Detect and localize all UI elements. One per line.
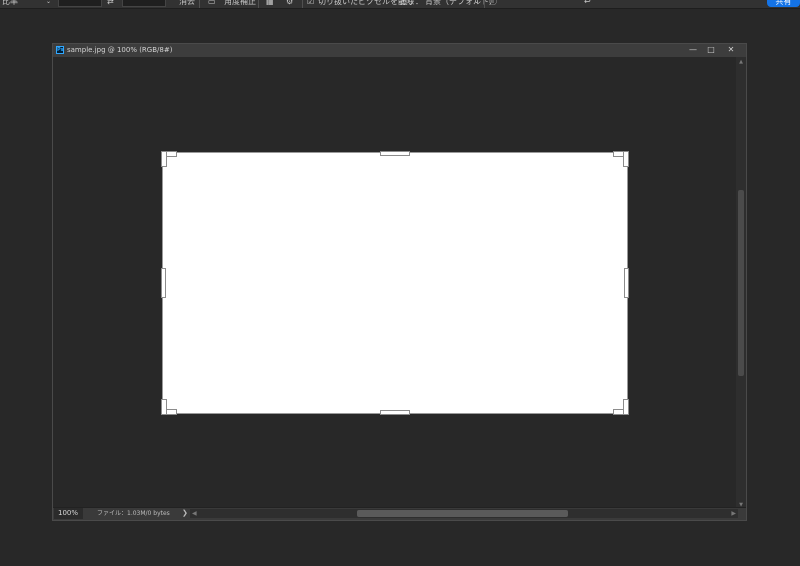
crop-handle-bottom-left[interactable] — [162, 400, 166, 414]
crop-handle-right[interactable] — [625, 269, 628, 297]
toolbar-separator — [484, 0, 485, 8]
crop-handle-top[interactable] — [381, 152, 409, 155]
horizontal-scroll-thumb[interactable] — [357, 510, 568, 517]
height-ratio-input[interactable] — [122, 0, 166, 7]
gear-icon[interactable]: ⚙ — [286, 0, 293, 8]
crop-handle-left[interactable] — [162, 269, 165, 297]
zoom-level-field[interactable]: 100% — [54, 508, 83, 519]
document-titlebar[interactable]: Ps sample.jpg @ 100% (RGB/8#) — □ ✕ — [53, 44, 746, 57]
fill-label: 塗り： — [399, 0, 423, 6]
file-info-text: ファイル：1.03M/0 bytes — [97, 510, 170, 517]
share-button[interactable]: 共有 — [767, 0, 800, 7]
clear-button[interactable]: 消去 — [179, 0, 195, 8]
fill-select[interactable]: 背景（デフォルト） — [425, 0, 497, 8]
swap-icon[interactable]: ⇄ — [107, 0, 114, 8]
toolbar-separator — [199, 0, 200, 8]
maximize-icon[interactable]: □ — [702, 44, 720, 57]
ratio-preset-label[interactable]: 比率 — [2, 0, 18, 8]
crop-handle-top-left[interactable] — [162, 152, 166, 166]
toolbar-separator — [258, 0, 259, 8]
crop-frame[interactable] — [162, 152, 628, 414]
scroll-arrow-icon[interactable]: ▲ — [736, 59, 746, 65]
vertical-scrollbar[interactable]: ▲ ▼ — [736, 57, 746, 510]
checkbox-checked-icon[interactable]: ☑ — [307, 0, 314, 8]
horizontal-scrollbar[interactable]: ◀ ▶ — [190, 509, 738, 518]
info-icon[interactable]: ⓘ — [489, 0, 497, 8]
document-title: sample.jpg @ 100% (RGB/8#) — [67, 46, 173, 54]
straighten-label[interactable]: 角度補正 — [224, 0, 256, 8]
scroll-arrow-icon[interactable]: ◀ — [192, 508, 197, 519]
options-bar: 比率 ⌄ ⇄ 消去 ▭ 角度補正 ▦ ⚙ ☑ 切り抜いたピクセルを削除 塗り： … — [0, 0, 800, 9]
crop-handle-bottom[interactable] — [381, 411, 409, 414]
photoshop-app-icon: Ps — [56, 46, 64, 54]
close-icon[interactable]: ✕ — [722, 44, 740, 57]
status-bar: 100% ファイル：1.03M/0 bytes ❯ ◀ ▶ — [53, 507, 746, 520]
toolbar-separator — [302, 0, 303, 8]
scroll-arrow-icon[interactable]: ▶ — [731, 508, 736, 519]
reset-icon[interactable]: ↩ — [584, 0, 591, 8]
dropdown-arrow-icon[interactable]: ⌄ — [46, 0, 51, 8]
status-menu-arrow-icon[interactable]: ❯ — [182, 508, 188, 519]
crop-handle-bottom-right[interactable] — [624, 400, 628, 414]
grid-overlay-icon[interactable]: ▦ — [266, 0, 274, 8]
width-ratio-input[interactable] — [58, 0, 102, 7]
straighten-icon[interactable]: ▭ — [208, 0, 216, 8]
dropdown-arrow-icon[interactable]: ⌄ — [474, 0, 479, 8]
crop-handle-top-right[interactable] — [624, 152, 628, 166]
vertical-scroll-thumb[interactable] — [738, 190, 744, 376]
minimize-icon[interactable]: — — [684, 44, 702, 57]
